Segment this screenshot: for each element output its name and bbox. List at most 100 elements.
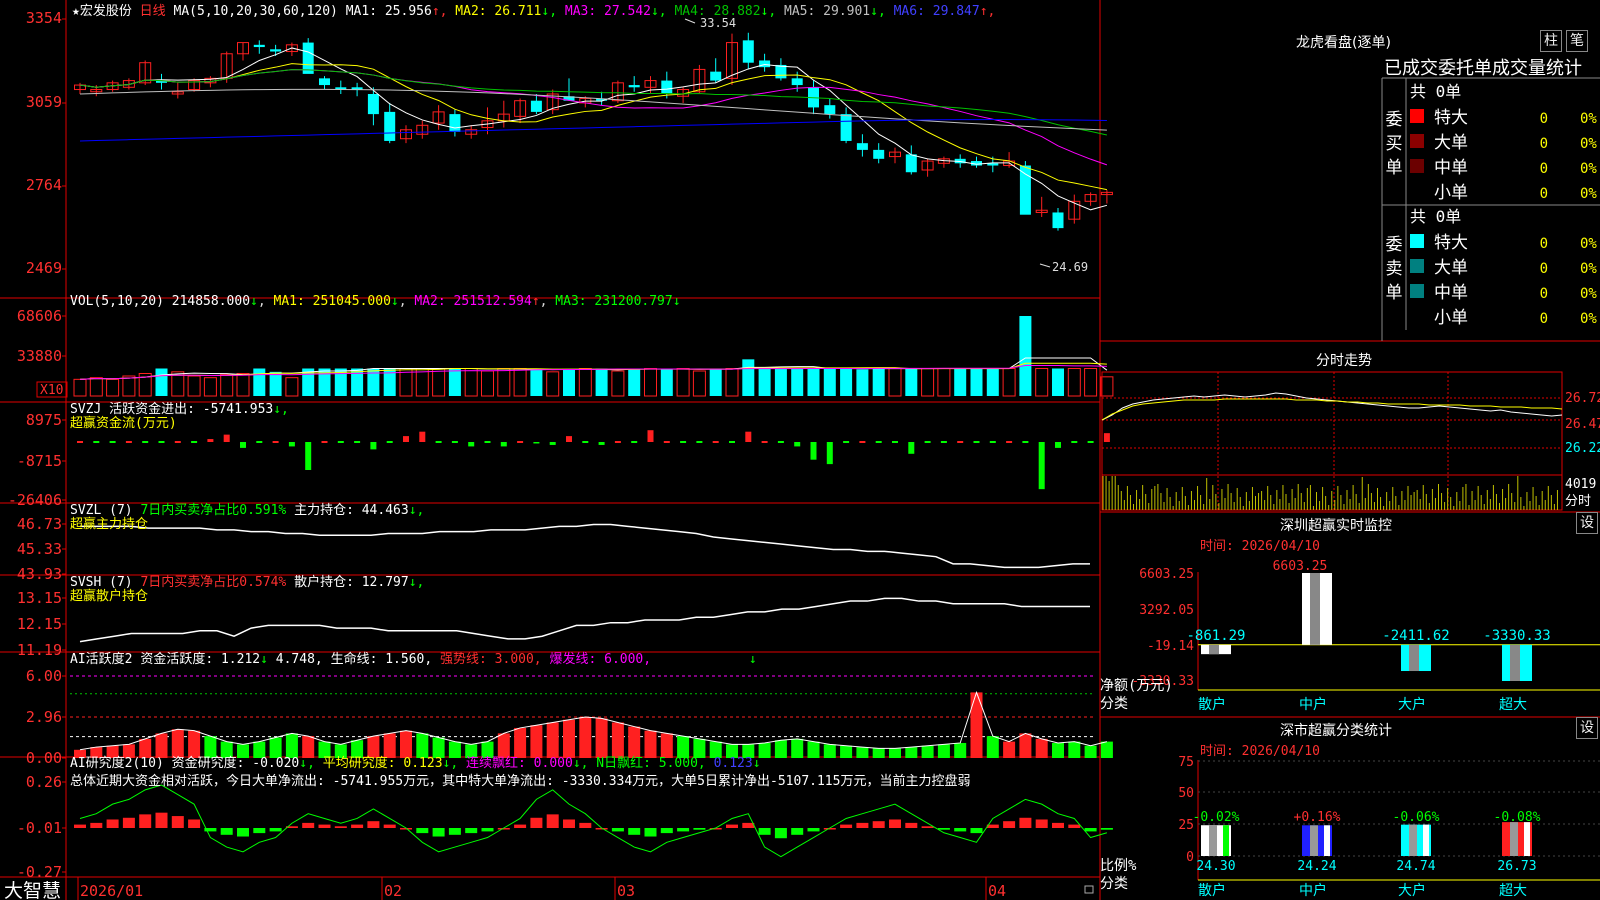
- svzj-bar: [582, 441, 589, 443]
- svsh-y-tick: 11.19: [17, 641, 62, 659]
- sell-row-count: 0: [1540, 286, 1548, 302]
- candle-body: [449, 114, 461, 132]
- vol-y-tick: 33880: [17, 347, 62, 365]
- ai-research-bar: [579, 822, 592, 828]
- candle-body: [1019, 165, 1031, 215]
- volume-bar: [954, 368, 967, 396]
- svzj-bar: [256, 441, 263, 443]
- stats-bar-shade: [1209, 825, 1217, 856]
- ma-line: [79, 69, 1108, 136]
- svzj-y-tick: 8975: [26, 411, 62, 429]
- volume-group: [73, 316, 1114, 397]
- ai-research-title: AI研究度2(10): [70, 756, 164, 771]
- volume-bar: [840, 368, 853, 396]
- ai-research-bar: [171, 816, 184, 828]
- bar-view-button[interactable]: 柱: [1540, 30, 1562, 52]
- ai-active-burst: 爆发线: 6.000,: [549, 652, 652, 667]
- dragon-tiger-title: 龙虎看盘(逐单): [1296, 35, 1391, 51]
- ai-research-line: [79, 784, 1108, 858]
- intraday-title: 分时走势: [1316, 353, 1372, 369]
- stats-bar-shade: [1310, 825, 1318, 856]
- volume-ma-line: [79, 364, 1107, 380]
- volume-bar: [937, 368, 951, 397]
- stats-value-label: 24.74: [1396, 859, 1435, 874]
- svzj-bar: [696, 441, 703, 443]
- candle-body: [661, 80, 673, 94]
- buy-row-pct: 0%: [1580, 161, 1597, 177]
- svzj-bar: [370, 442, 377, 450]
- ai-research-bar: [1019, 817, 1032, 828]
- candle-body: [1052, 212, 1064, 229]
- candle-body: [530, 100, 542, 112]
- buy-row-color-swatch: [1410, 109, 1424, 123]
- volume-bar: [269, 371, 282, 396]
- buy-row-pct: 0%: [1580, 186, 1597, 202]
- svzj-bar: [1087, 441, 1094, 443]
- buy-row-name: 大单: [1434, 133, 1468, 153]
- vol-ma2: MA2: 251512.594: [414, 294, 532, 309]
- vol-ma1: MA1: 251045.000: [273, 294, 391, 309]
- monitor-x-unit: 分类: [1100, 696, 1128, 712]
- ai-research-a3: ↓,: [572, 756, 589, 771]
- stats-change-label: -0.06%: [1393, 810, 1440, 825]
- sz-monitor-settings-button[interactable]: 设: [1576, 512, 1598, 534]
- volume-bar: [106, 378, 120, 397]
- volume-bar: [807, 368, 820, 396]
- svzj-bar: [419, 431, 426, 442]
- stats-value-label: 24.30: [1196, 859, 1235, 874]
- monitor-value-label: -2411.62: [1382, 628, 1449, 644]
- svzj-arrow: ↓,: [273, 402, 289, 417]
- monitor-category-label: 中户: [1299, 696, 1327, 713]
- stats-category-label: 大户: [1398, 882, 1426, 899]
- sell-row-pct: 0%: [1580, 236, 1597, 252]
- ma-value-5: MA5: 29.901: [776, 4, 871, 19]
- vol-y-tick: 68606: [17, 307, 62, 325]
- svzj-bar: [989, 441, 996, 443]
- sz-stats-settings-button[interactable]: 设: [1576, 717, 1598, 739]
- volume-bar: [856, 369, 869, 396]
- buy-row-count: 0: [1540, 186, 1548, 202]
- ma-line: [79, 47, 1108, 211]
- ai-research-bar: [155, 812, 168, 828]
- tick-view-button[interactable]: 笔: [1566, 30, 1588, 52]
- volume-bar: [628, 368, 641, 396]
- ai-research-bar: [139, 814, 152, 828]
- period-label[interactable]: 日线: [140, 4, 166, 19]
- ai-active-bar: [872, 748, 885, 758]
- volume-bar: [203, 377, 217, 397]
- ai-active-y-tick: 2.96: [26, 708, 62, 726]
- candle-body: [710, 71, 722, 81]
- ai-active-bar: [1035, 738, 1048, 758]
- volume-bar: [774, 368, 787, 396]
- svzj-bar: [223, 434, 230, 442]
- sell-row-count: 0: [1540, 236, 1548, 252]
- svzj-bar: [109, 441, 116, 443]
- ai-research-bar: [1003, 821, 1016, 828]
- volume-bar: [530, 368, 543, 396]
- volume-bar: [89, 377, 103, 397]
- ai-research-avg: 平均研究度: 0.123: [322, 756, 443, 771]
- svzj-bar: [468, 442, 475, 447]
- ai-active-y-tick: 6.00: [26, 667, 62, 685]
- ma-value-2: MA2: 26.711: [447, 4, 542, 19]
- ai-research-bar: [318, 824, 331, 828]
- ai-active-arrow2: ↓: [748, 652, 757, 667]
- ai-research-bar: [514, 824, 527, 828]
- buy-row-color-swatch: [1410, 159, 1424, 173]
- svzj-y-tick: -26406: [8, 491, 62, 509]
- buy-total: 共 0单: [1410, 82, 1461, 101]
- ai-research-bar: [742, 822, 755, 828]
- sell-side-label: 卖: [1386, 259, 1403, 279]
- monitor-value-label: -861.29: [1186, 628, 1245, 644]
- ma-value-6: MA6: 29.847: [885, 4, 980, 19]
- star-icon[interactable]: ★: [72, 4, 80, 19]
- candle-body: [742, 40, 754, 63]
- candle-body: [367, 94, 379, 115]
- sell-row-pct: 0%: [1580, 261, 1597, 277]
- svzl-sub: 超赢主力持仓: [70, 517, 149, 532]
- svzl-arrow: ↓,: [408, 503, 425, 518]
- ma-value-3: MA3: 27.542: [557, 4, 651, 19]
- stats-change-label: +0.16%: [1294, 810, 1341, 825]
- ai-research-bar: [530, 817, 543, 828]
- svzj-bar: [810, 442, 817, 460]
